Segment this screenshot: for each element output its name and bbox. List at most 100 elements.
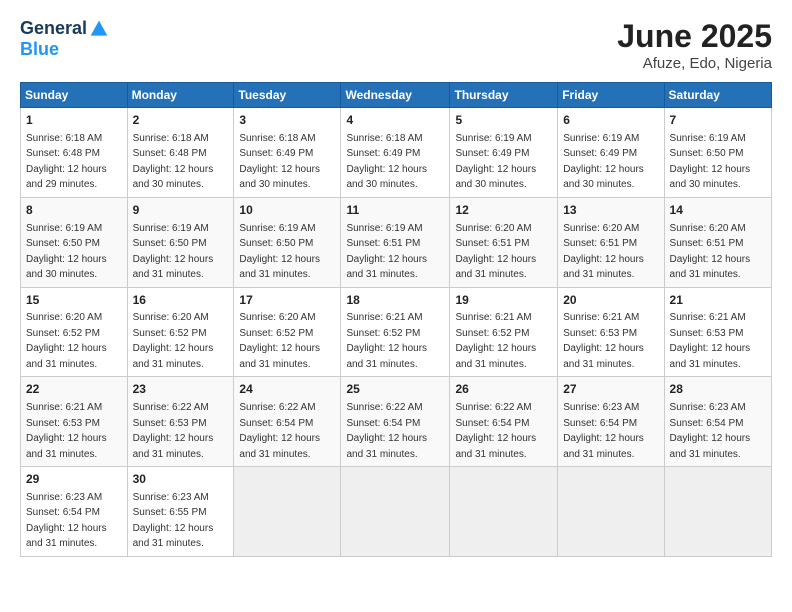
day-number: 28 <box>670 381 766 398</box>
day-info: Sunrise: 6:20 AMSunset: 6:51 PMDaylight:… <box>563 223 644 281</box>
day-number: 15 <box>26 292 122 309</box>
day-info: Sunrise: 6:19 AMSunset: 6:51 PMDaylight:… <box>346 223 427 281</box>
day-info: Sunrise: 6:23 AMSunset: 6:54 PMDaylight:… <box>563 402 644 460</box>
calendar-cell <box>450 467 558 557</box>
calendar-body: 1 Sunrise: 6:18 AMSunset: 6:48 PMDayligh… <box>21 108 772 557</box>
calendar-cell: 16 Sunrise: 6:20 AMSunset: 6:52 PMDaylig… <box>127 287 234 377</box>
day-info: Sunrise: 6:23 AMSunset: 6:54 PMDaylight:… <box>670 402 751 460</box>
week-row-5: 29 Sunrise: 6:23 AMSunset: 6:54 PMDaylig… <box>21 467 772 557</box>
title-section: June 2025 Afuze, Edo, Nigeria <box>617 18 772 72</box>
day-number: 12 <box>455 202 552 219</box>
calendar-cell: 26 Sunrise: 6:22 AMSunset: 6:54 PMDaylig… <box>450 377 558 467</box>
day-info: Sunrise: 6:18 AMSunset: 6:48 PMDaylight:… <box>133 133 214 191</box>
calendar-cell: 30 Sunrise: 6:23 AMSunset: 6:55 PMDaylig… <box>127 467 234 557</box>
day-info: Sunrise: 6:21 AMSunset: 6:52 PMDaylight:… <box>346 312 427 370</box>
day-number: 20 <box>563 292 658 309</box>
day-number: 13 <box>563 202 658 219</box>
day-info: Sunrise: 6:20 AMSunset: 6:52 PMDaylight:… <box>26 312 107 370</box>
day-header-saturday: Saturday <box>664 83 771 108</box>
day-info: Sunrise: 6:20 AMSunset: 6:52 PMDaylight:… <box>239 312 320 370</box>
calendar-cell: 1 Sunrise: 6:18 AMSunset: 6:48 PMDayligh… <box>21 108 128 198</box>
day-header-wednesday: Wednesday <box>341 83 450 108</box>
calendar-cell: 10 Sunrise: 6:19 AMSunset: 6:50 PMDaylig… <box>234 197 341 287</box>
day-number: 26 <box>455 381 552 398</box>
day-number: 17 <box>239 292 335 309</box>
day-header-tuesday: Tuesday <box>234 83 341 108</box>
calendar-cell: 24 Sunrise: 6:22 AMSunset: 6:54 PMDaylig… <box>234 377 341 467</box>
calendar-cell: 8 Sunrise: 6:19 AMSunset: 6:50 PMDayligh… <box>21 197 128 287</box>
day-info: Sunrise: 6:23 AMSunset: 6:55 PMDaylight:… <box>133 492 214 550</box>
calendar-cell: 13 Sunrise: 6:20 AMSunset: 6:51 PMDaylig… <box>558 197 664 287</box>
week-row-1: 1 Sunrise: 6:18 AMSunset: 6:48 PMDayligh… <box>21 108 772 198</box>
day-number: 23 <box>133 381 229 398</box>
day-number: 5 <box>455 112 552 129</box>
day-info: Sunrise: 6:18 AMSunset: 6:48 PMDaylight:… <box>26 133 107 191</box>
calendar-cell <box>341 467 450 557</box>
day-info: Sunrise: 6:20 AMSunset: 6:52 PMDaylight:… <box>133 312 214 370</box>
day-info: Sunrise: 6:22 AMSunset: 6:53 PMDaylight:… <box>133 402 214 460</box>
calendar-cell: 15 Sunrise: 6:20 AMSunset: 6:52 PMDaylig… <box>21 287 128 377</box>
day-info: Sunrise: 6:18 AMSunset: 6:49 PMDaylight:… <box>346 133 427 191</box>
logo-icon <box>89 19 109 39</box>
week-row-4: 22 Sunrise: 6:21 AMSunset: 6:53 PMDaylig… <box>21 377 772 467</box>
day-number: 19 <box>455 292 552 309</box>
day-number: 22 <box>26 381 122 398</box>
calendar-cell: 22 Sunrise: 6:21 AMSunset: 6:53 PMDaylig… <box>21 377 128 467</box>
day-info: Sunrise: 6:19 AMSunset: 6:50 PMDaylight:… <box>670 133 751 191</box>
day-number: 11 <box>346 202 444 219</box>
calendar-cell <box>558 467 664 557</box>
calendar-cell: 20 Sunrise: 6:21 AMSunset: 6:53 PMDaylig… <box>558 287 664 377</box>
calendar-cell <box>664 467 771 557</box>
calendar-cell: 21 Sunrise: 6:21 AMSunset: 6:53 PMDaylig… <box>664 287 771 377</box>
location: Afuze, Edo, Nigeria <box>617 55 772 72</box>
day-info: Sunrise: 6:18 AMSunset: 6:49 PMDaylight:… <box>239 133 320 191</box>
calendar-cell: 4 Sunrise: 6:18 AMSunset: 6:49 PMDayligh… <box>341 108 450 198</box>
day-info: Sunrise: 6:21 AMSunset: 6:53 PMDaylight:… <box>26 402 107 460</box>
day-info: Sunrise: 6:22 AMSunset: 6:54 PMDaylight:… <box>239 402 320 460</box>
day-info: Sunrise: 6:19 AMSunset: 6:50 PMDaylight:… <box>239 223 320 281</box>
day-info: Sunrise: 6:21 AMSunset: 6:53 PMDaylight:… <box>670 312 751 370</box>
day-number: 16 <box>133 292 229 309</box>
day-info: Sunrise: 6:23 AMSunset: 6:54 PMDaylight:… <box>26 492 107 550</box>
day-number: 29 <box>26 471 122 488</box>
day-info: Sunrise: 6:19 AMSunset: 6:50 PMDaylight:… <box>26 223 107 281</box>
calendar-cell: 12 Sunrise: 6:20 AMSunset: 6:51 PMDaylig… <box>450 197 558 287</box>
calendar-cell <box>234 467 341 557</box>
calendar-cell: 2 Sunrise: 6:18 AMSunset: 6:48 PMDayligh… <box>127 108 234 198</box>
page: General Blue June 2025 Afuze, Edo, Niger… <box>0 0 792 612</box>
day-number: 30 <box>133 471 229 488</box>
calendar-cell: 14 Sunrise: 6:20 AMSunset: 6:51 PMDaylig… <box>664 197 771 287</box>
day-number: 14 <box>670 202 766 219</box>
week-row-3: 15 Sunrise: 6:20 AMSunset: 6:52 PMDaylig… <box>21 287 772 377</box>
day-number: 10 <box>239 202 335 219</box>
calendar-cell: 17 Sunrise: 6:20 AMSunset: 6:52 PMDaylig… <box>234 287 341 377</box>
logo: General Blue <box>20 18 109 60</box>
calendar-cell: 5 Sunrise: 6:19 AMSunset: 6:49 PMDayligh… <box>450 108 558 198</box>
calendar-cell: 9 Sunrise: 6:19 AMSunset: 6:50 PMDayligh… <box>127 197 234 287</box>
day-number: 8 <box>26 202 122 219</box>
day-number: 3 <box>239 112 335 129</box>
day-number: 25 <box>346 381 444 398</box>
header: General Blue June 2025 Afuze, Edo, Niger… <box>20 18 772 72</box>
calendar-cell: 23 Sunrise: 6:22 AMSunset: 6:53 PMDaylig… <box>127 377 234 467</box>
day-info: Sunrise: 6:22 AMSunset: 6:54 PMDaylight:… <box>455 402 536 460</box>
calendar-cell: 7 Sunrise: 6:19 AMSunset: 6:50 PMDayligh… <box>664 108 771 198</box>
day-header-friday: Friday <box>558 83 664 108</box>
day-header-thursday: Thursday <box>450 83 558 108</box>
day-info: Sunrise: 6:21 AMSunset: 6:52 PMDaylight:… <box>455 312 536 370</box>
day-number: 18 <box>346 292 444 309</box>
day-number: 2 <box>133 112 229 129</box>
day-number: 4 <box>346 112 444 129</box>
day-info: Sunrise: 6:21 AMSunset: 6:53 PMDaylight:… <box>563 312 644 370</box>
day-info: Sunrise: 6:22 AMSunset: 6:54 PMDaylight:… <box>346 402 427 460</box>
month-title: June 2025 <box>617 18 772 55</box>
day-header-sunday: Sunday <box>21 83 128 108</box>
day-number: 27 <box>563 381 658 398</box>
day-number: 7 <box>670 112 766 129</box>
calendar-cell: 3 Sunrise: 6:18 AMSunset: 6:49 PMDayligh… <box>234 108 341 198</box>
calendar: SundayMondayTuesdayWednesdayThursdayFrid… <box>20 82 772 557</box>
day-number: 21 <box>670 292 766 309</box>
calendar-cell: 28 Sunrise: 6:23 AMSunset: 6:54 PMDaylig… <box>664 377 771 467</box>
day-number: 9 <box>133 202 229 219</box>
day-number: 24 <box>239 381 335 398</box>
